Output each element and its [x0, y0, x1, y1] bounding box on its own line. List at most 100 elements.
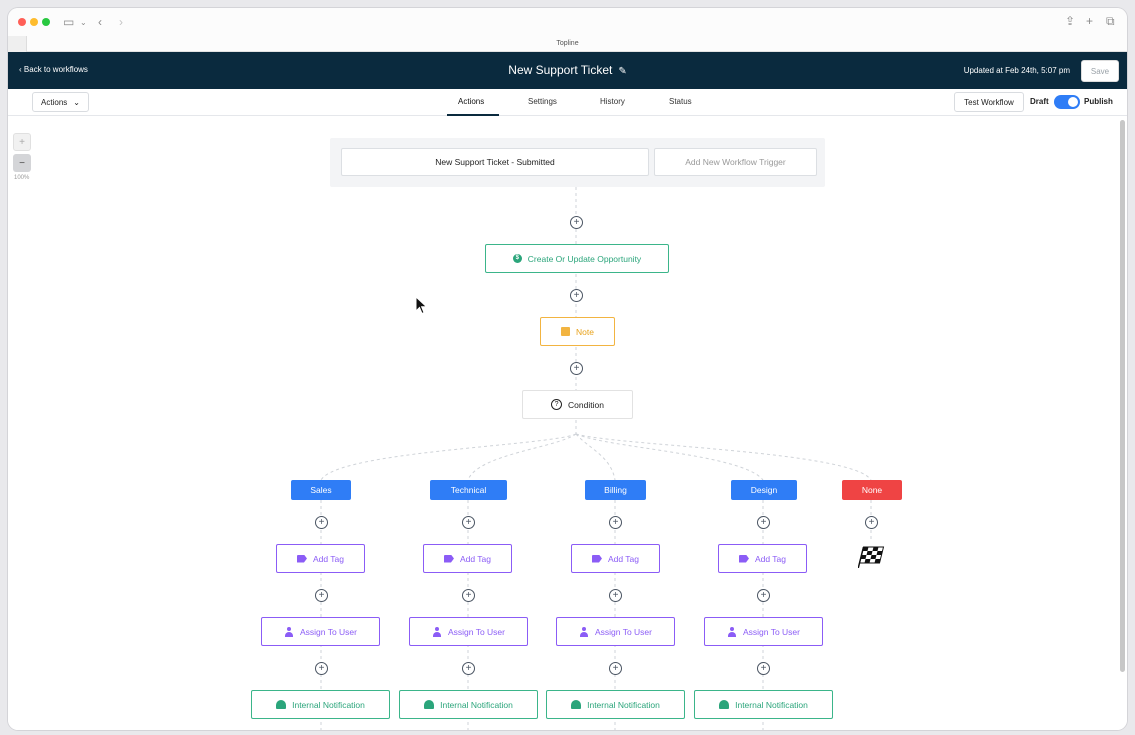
workflow-title-text: New Support Ticket: [508, 63, 613, 77]
user-icon: [727, 626, 737, 637]
updated-timestamp: Updated at Feb 24th, 5:07 pm: [963, 66, 1070, 75]
step-label: Internal Notification: [292, 699, 365, 710]
step-internal-notification[interactable]: Internal Notification: [399, 690, 538, 719]
step-label: Assign To User: [742, 626, 800, 637]
branch-sales[interactable]: Sales: [291, 480, 351, 500]
step-assign-to-user[interactable]: Assign To User: [261, 617, 380, 646]
tag-icon: [591, 554, 602, 563]
step-label: Assign To User: [299, 626, 357, 637]
tab-actions[interactable]: Actions: [458, 97, 484, 106]
notification-icon: [571, 700, 582, 709]
step-label: Condition: [568, 399, 604, 410]
chevron-down-icon[interactable]: ⌄: [80, 17, 87, 29]
add-step-button[interactable]: +: [757, 516, 770, 529]
zoom-in-button[interactable]: +: [13, 133, 31, 151]
step-label: Create Or Update Opportunity: [527, 253, 642, 264]
test-workflow-button[interactable]: Test Workflow: [954, 92, 1024, 112]
tab-status[interactable]: Status: [669, 97, 692, 106]
add-step-button[interactable]: +: [315, 516, 328, 529]
user-icon: [284, 626, 294, 637]
step-condition[interactable]: ? Condition: [522, 390, 633, 419]
step-assign-to-user[interactable]: Assign To User: [556, 617, 675, 646]
add-step-button[interactable]: +: [570, 362, 583, 375]
step-internal-notification[interactable]: Internal Notification: [251, 690, 390, 719]
add-step-button[interactable]: +: [609, 662, 622, 675]
add-step-button[interactable]: +: [315, 589, 328, 602]
edit-pencil-icon[interactable]: ✎: [618, 66, 626, 77]
trigger-new-support-ticket[interactable]: New Support Ticket - Submitted: [341, 148, 649, 176]
dollar-icon: $: [512, 254, 522, 263]
sidebar-toggle-icon[interactable]: ▭: [63, 16, 74, 28]
branch-billing[interactable]: Billing: [585, 480, 646, 500]
mouse-cursor-icon: [415, 296, 428, 315]
browser-chrome: ▭ ⌄ ‹ › ⇪ + ⧉ Topline: [8, 8, 1127, 52]
step-internal-notification[interactable]: Internal Notification: [694, 690, 833, 719]
user-icon: [579, 626, 589, 637]
notification-icon: [276, 700, 287, 709]
step-create-or-update-opportunity[interactable]: $ Create Or Update Opportunity: [485, 244, 669, 273]
step-label: Add Tag: [459, 553, 492, 564]
chevron-down-icon: ⌄: [73, 97, 80, 107]
browser-window: ▭ ⌄ ‹ › ⇪ + ⧉ Topline ‹ Back to workflow…: [8, 8, 1127, 730]
step-note[interactable]: Note: [540, 317, 615, 346]
step-label: Internal Notification: [587, 699, 660, 710]
add-step-button[interactable]: +: [462, 516, 475, 529]
new-tab-icon[interactable]: +: [1086, 15, 1093, 27]
tab-settings[interactable]: Settings: [528, 97, 557, 106]
question-circle-icon: ?: [551, 399, 563, 410]
add-workflow-trigger-button[interactable]: Add New Workflow Trigger: [654, 148, 817, 176]
branch-none[interactable]: None: [842, 480, 902, 500]
add-step-button[interactable]: +: [865, 516, 878, 529]
maximize-window-button[interactable]: [42, 18, 50, 26]
add-step-button[interactable]: +: [570, 289, 583, 302]
workflow-header: ‹ Back to workflows New Support Ticket ✎ …: [8, 52, 1127, 89]
step-assign-to-user[interactable]: Assign To User: [409, 617, 528, 646]
branch-technical[interactable]: Technical: [430, 480, 507, 500]
add-step-button[interactable]: +: [462, 589, 475, 602]
add-step-button[interactable]: +: [609, 516, 622, 529]
add-step-button[interactable]: +: [462, 662, 475, 675]
workflow-canvas[interactable]: + − 100% New Support Ticket - Submitted …: [8, 116, 1127, 730]
step-label: Assign To User: [447, 626, 505, 637]
step-internal-notification[interactable]: Internal Notification: [546, 690, 685, 719]
tab-history[interactable]: History: [600, 97, 625, 106]
add-step-button[interactable]: +: [315, 662, 328, 675]
add-step-button[interactable]: +: [757, 662, 770, 675]
step-label: Add Tag: [607, 553, 640, 564]
add-step-button[interactable]: +: [570, 216, 583, 229]
workflow-toolbar: Actions ⌄ Actions Settings History Statu…: [8, 89, 1127, 116]
vertical-scrollbar[interactable]: [1120, 120, 1125, 672]
step-add-tag[interactable]: Add Tag: [718, 544, 807, 573]
step-add-tag[interactable]: Add Tag: [423, 544, 512, 573]
user-icon: [432, 626, 442, 637]
step-label: Internal Notification: [735, 699, 808, 710]
save-button[interactable]: Save: [1081, 60, 1119, 82]
trigger-panel: New Support Ticket - Submitted Add New W…: [330, 138, 825, 187]
add-step-button[interactable]: +: [609, 589, 622, 602]
publish-label: Publish: [1084, 97, 1113, 106]
share-icon[interactable]: ⇪: [1065, 15, 1075, 27]
toggle-knob: [1068, 97, 1078, 107]
tab-overview-icon[interactable]: ⧉: [1106, 15, 1115, 27]
draft-label: Draft: [1030, 97, 1049, 106]
publish-toggle[interactable]: [1054, 95, 1080, 109]
back-nav-icon[interactable]: ‹: [98, 16, 102, 28]
close-window-button[interactable]: [18, 18, 26, 26]
minimize-window-button[interactable]: [30, 18, 38, 26]
step-label: Add Tag: [312, 553, 345, 564]
forward-nav-icon[interactable]: ›: [119, 16, 123, 28]
step-label: Add Tag: [754, 553, 787, 564]
step-add-tag[interactable]: Add Tag: [571, 544, 660, 573]
step-label: Assign To User: [594, 626, 652, 637]
actions-dropdown[interactable]: Actions ⌄: [32, 92, 89, 112]
tag-icon: [738, 554, 749, 563]
step-add-tag[interactable]: Add Tag: [276, 544, 365, 573]
note-icon: [561, 327, 571, 336]
branch-design[interactable]: Design: [731, 480, 797, 500]
zoom-level: 100%: [14, 175, 30, 181]
step-assign-to-user[interactable]: Assign To User: [704, 617, 823, 646]
notification-icon: [719, 700, 730, 709]
finish-flag-icon: [858, 546, 885, 568]
add-step-button[interactable]: +: [757, 589, 770, 602]
zoom-out-button[interactable]: −: [13, 154, 31, 172]
